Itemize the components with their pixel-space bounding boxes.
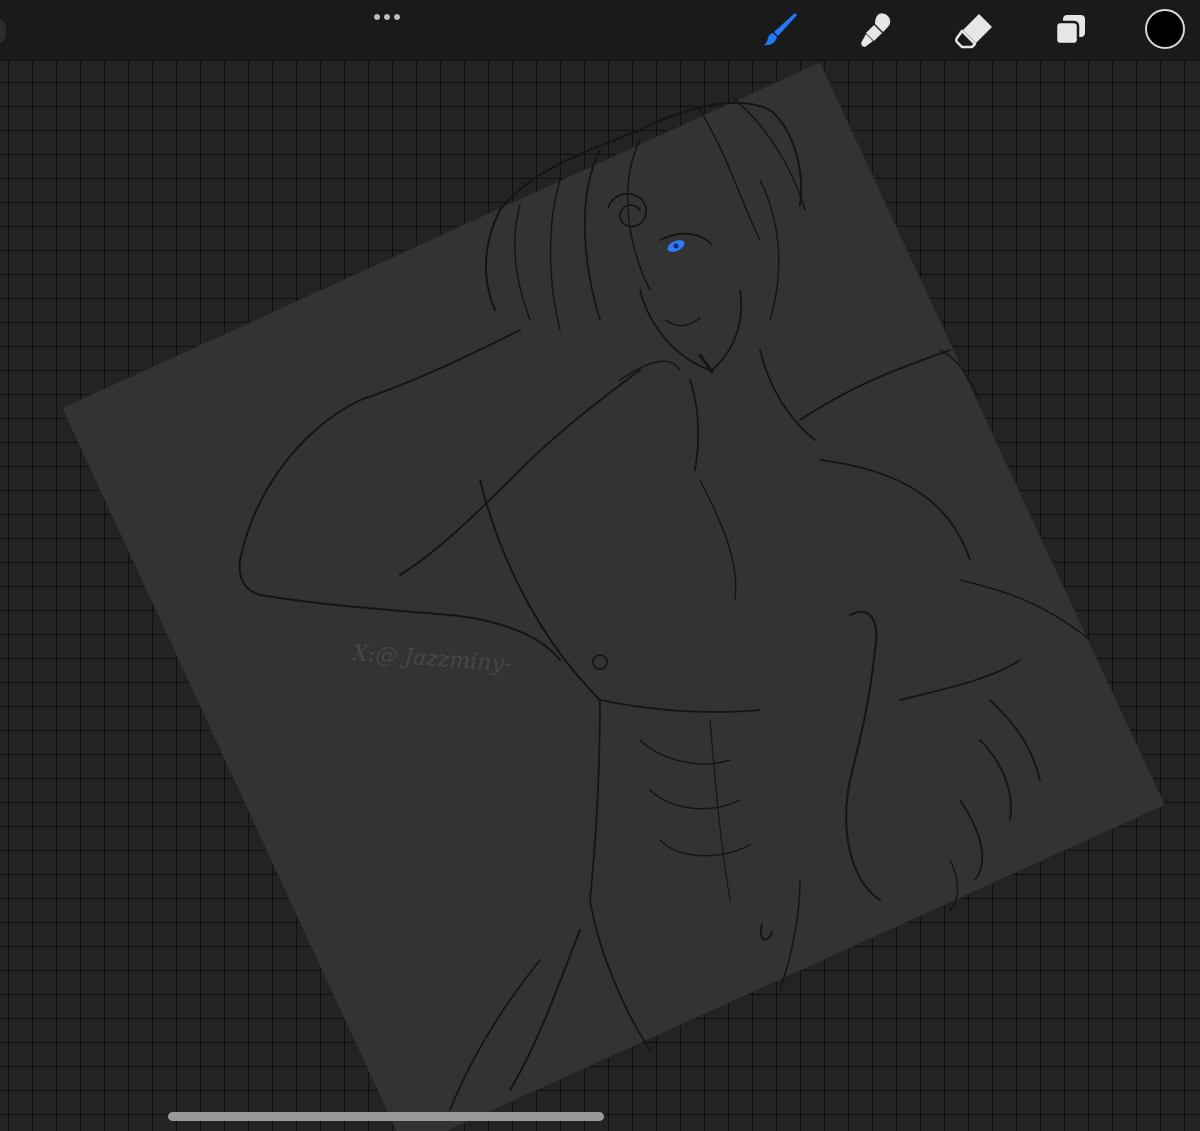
home-indicator[interactable]: [168, 1112, 604, 1121]
ellipsis-dot: [384, 14, 390, 20]
ellipsis-dot: [394, 14, 400, 20]
top-toolbar: [0, 0, 1200, 61]
ellipsis-icon: [374, 14, 380, 20]
brush-tool-button[interactable]: [756, 8, 804, 52]
layers-icon: [1054, 15, 1085, 46]
layers-button[interactable]: [1046, 8, 1094, 52]
canvas-workspace[interactable]: X:@ Jazzminy-: [0, 60, 1200, 1131]
eraser-icon: [955, 14, 992, 49]
paintbrush-icon: [764, 13, 797, 46]
artwork-canvas[interactable]: X:@ Jazzminy-: [0, 60, 1200, 1131]
canvas-paper: [61, 61, 1166, 1131]
sidebar-handle[interactable]: [0, 18, 6, 44]
procreate-app: X:@ Jazzminy-: [0, 0, 1200, 1131]
smudge-tool-button[interactable]: [853, 8, 901, 52]
eraser-tool-button[interactable]: [950, 8, 998, 52]
color-picker-swatch[interactable]: [1145, 9, 1185, 49]
smudge-finger-icon: [861, 13, 891, 47]
more-menu-button[interactable]: [366, 6, 408, 28]
